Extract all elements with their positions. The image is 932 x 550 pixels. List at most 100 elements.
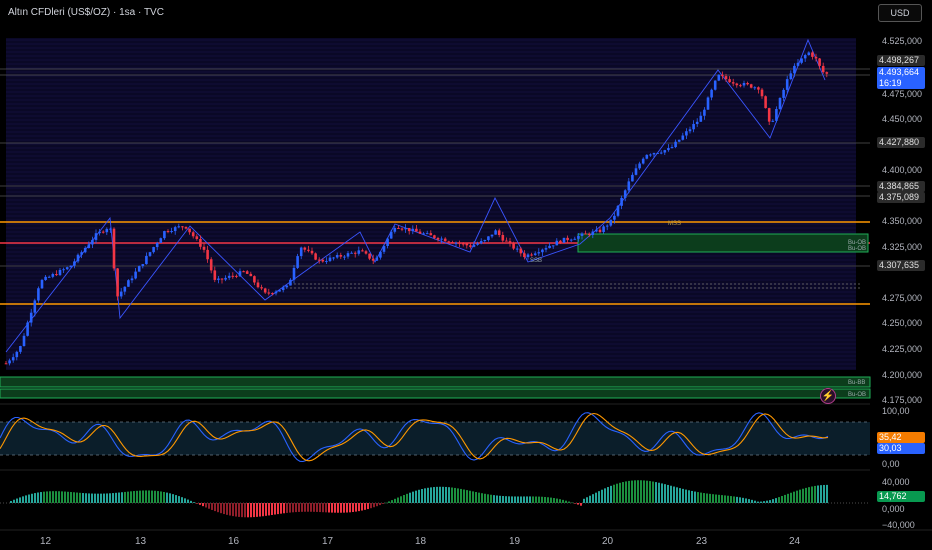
- macd-bar: [238, 503, 240, 517]
- order-block-zone: [577, 233, 869, 253]
- candle-body: [681, 135, 685, 140]
- candle-body: [285, 285, 289, 288]
- candle-body: [159, 238, 163, 243]
- macd-bar: [661, 483, 663, 503]
- macd-bar: [736, 496, 738, 503]
- candle-body: [533, 253, 537, 255]
- candle-body: [361, 250, 364, 252]
- macd-bar: [817, 485, 819, 503]
- candle-body: [631, 174, 634, 182]
- candle-body: [404, 227, 407, 230]
- candle-body: [407, 227, 411, 232]
- candle-body: [141, 264, 145, 267]
- candle-body: [541, 249, 544, 253]
- macd-bar: [232, 503, 234, 517]
- candle-body: [296, 256, 299, 268]
- time-label-16: 16: [228, 536, 240, 547]
- macd-bar: [826, 484, 828, 503]
- macd-bar: [778, 497, 780, 503]
- macd-bar: [361, 503, 363, 511]
- macd-bar: [499, 495, 501, 503]
- candle-body: [782, 89, 785, 98]
- candle-body: [634, 168, 638, 175]
- time-label-24: 24: [789, 536, 801, 547]
- macd-bar: [691, 490, 693, 503]
- macd-bar: [493, 495, 495, 503]
- candle-body: [94, 233, 98, 240]
- candle-body: [559, 240, 562, 243]
- macd-bar: [739, 497, 741, 503]
- macd-bar: [502, 496, 504, 503]
- macd-bar: [712, 494, 714, 503]
- macd-bar: [364, 503, 366, 510]
- price-chart[interactable]: MSS Bu-OB Bu-OB Bu-BB Bu-OB SSB 4.525,00…: [0, 0, 932, 550]
- candle-body: [425, 233, 429, 235]
- candle-body: [123, 286, 127, 292]
- macd-bar: [16, 498, 18, 503]
- macd-bar: [46, 491, 48, 503]
- candle-body: [555, 240, 559, 246]
- macd-bar: [331, 503, 333, 513]
- candle-body: [415, 228, 418, 232]
- macd-bar: [517, 496, 519, 503]
- macd-bar: [676, 487, 678, 503]
- candle-body: [112, 228, 116, 269]
- candle-body: [519, 248, 523, 254]
- macd-bar: [370, 503, 372, 509]
- macd-bar: [409, 492, 411, 503]
- candle-body: [573, 238, 577, 240]
- macd-bar: [202, 503, 204, 507]
- macd-bar: [652, 481, 654, 503]
- candle-body: [785, 79, 789, 90]
- macd-axis-40: 40,000: [882, 477, 910, 487]
- candle-body: [73, 261, 76, 266]
- lightning-alert-icon[interactable]: ⚡: [820, 388, 836, 404]
- candle-body: [325, 261, 328, 263]
- candle-body: [620, 197, 623, 206]
- macd-bar: [433, 487, 435, 503]
- order-block-zone-lower: [0, 388, 871, 399]
- macd-bar: [100, 493, 102, 503]
- macd-bar: [118, 492, 120, 503]
- macd-bar: [547, 497, 549, 503]
- macd-bar: [769, 500, 771, 503]
- macd-bar: [664, 484, 666, 503]
- macd-bar: [757, 501, 759, 503]
- macd-bar: [208, 503, 210, 509]
- candle-body: [65, 267, 69, 270]
- time-label-12: 12: [40, 536, 52, 547]
- macd-bar: [10, 500, 12, 503]
- macd-bar: [727, 495, 729, 503]
- macd-bar: [796, 490, 798, 503]
- macd-bar: [31, 493, 33, 503]
- macd-bar: [577, 503, 579, 505]
- candle-body: [688, 129, 692, 132]
- macd-bar: [169, 493, 171, 503]
- macd-bar: [721, 495, 723, 503]
- macd-bar: [160, 491, 162, 503]
- macd-bar: [481, 493, 483, 503]
- candle-body: [778, 97, 782, 110]
- candle-body: [278, 290, 281, 292]
- macd-bar: [496, 495, 498, 503]
- candle-body: [433, 235, 436, 238]
- macd-bar: [277, 503, 279, 515]
- macd-bar: [112, 493, 114, 503]
- macd-bar: [22, 496, 24, 503]
- macd-bar: [421, 489, 423, 503]
- candle-body: [728, 79, 731, 83]
- candle-body: [267, 292, 271, 294]
- macd-bar: [91, 493, 93, 503]
- candle-body: [44, 276, 47, 280]
- candle-body: [37, 288, 40, 301]
- price-tag-4307: 4.307,635: [877, 260, 925, 271]
- candle-body: [710, 89, 713, 98]
- macd-bar: [52, 491, 54, 503]
- macd-bar: [607, 487, 609, 503]
- candle-body: [461, 243, 465, 245]
- macd-bar: [724, 495, 726, 503]
- candle-body: [717, 74, 721, 81]
- macd-bar: [166, 492, 168, 503]
- macd-bar: [439, 486, 441, 503]
- candle-body: [641, 158, 645, 164]
